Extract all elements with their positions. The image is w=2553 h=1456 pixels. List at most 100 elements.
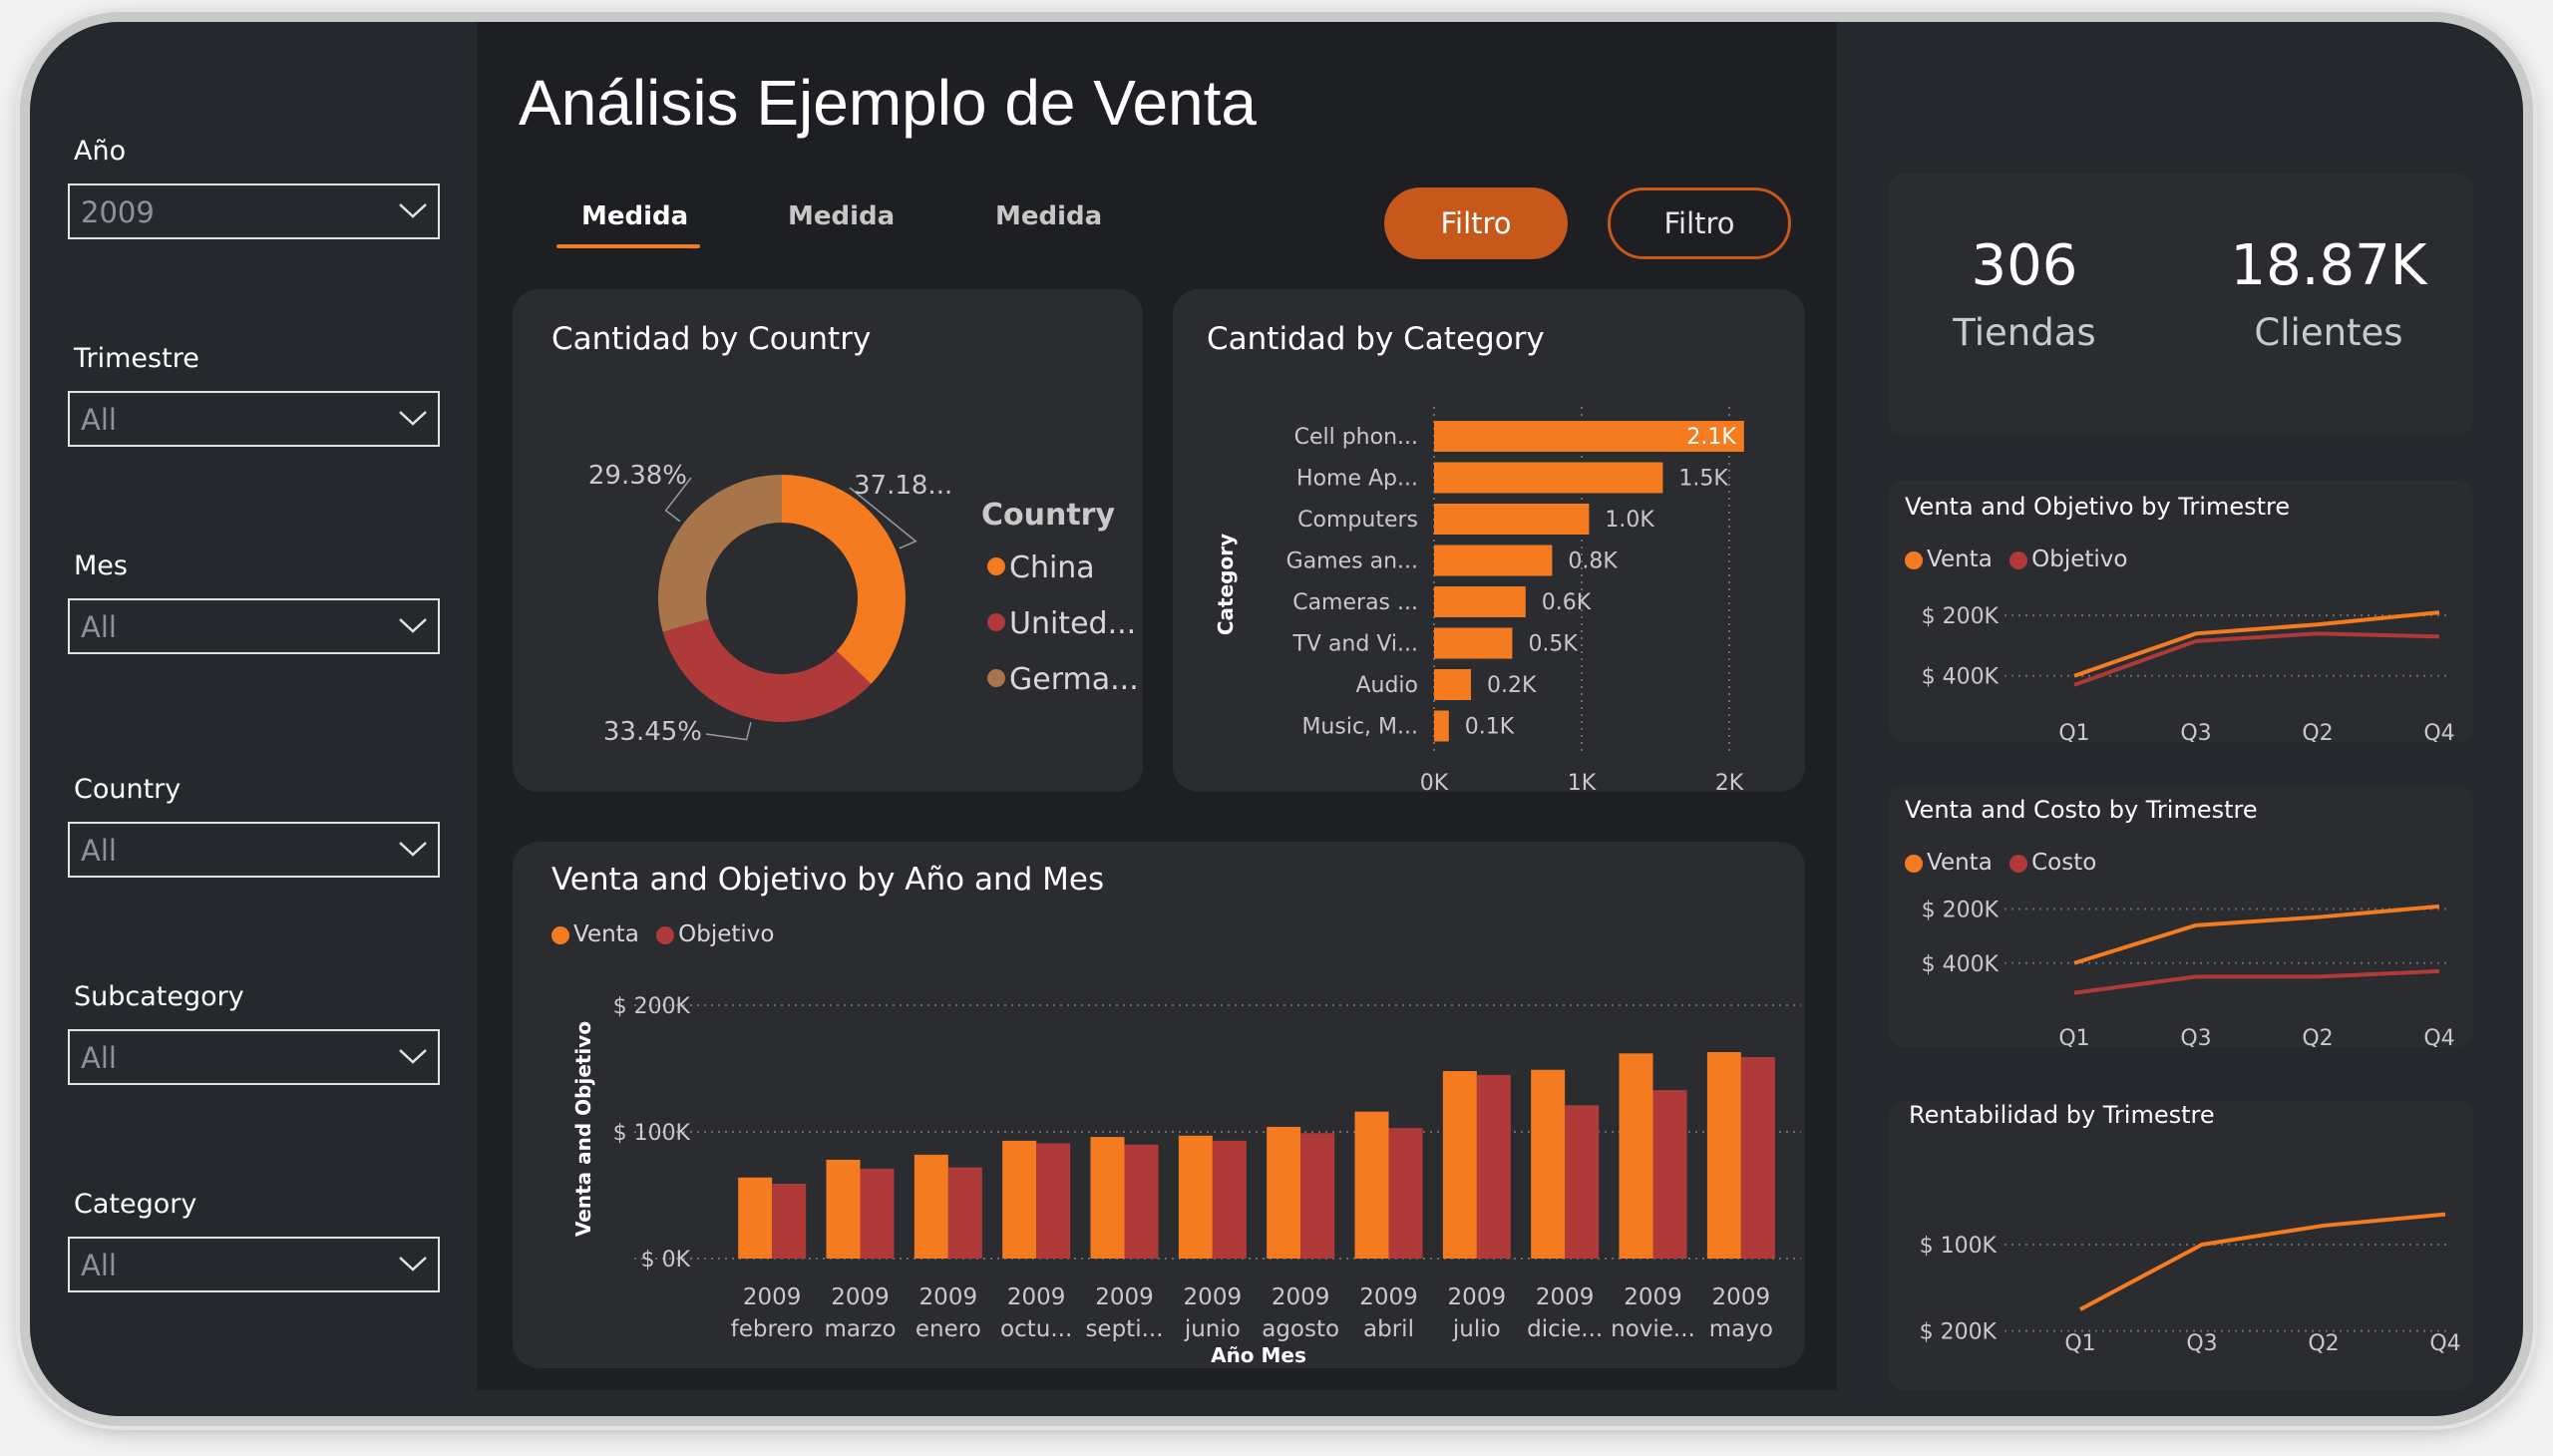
slicer-quarter-dropdown[interactable]: All: [68, 391, 440, 447]
bar-venta: [1267, 1126, 1301, 1259]
filter-button-primary[interactable]: Filtro: [1384, 187, 1568, 259]
chevron-down-icon: [399, 1049, 427, 1064]
x-tick-year: 2009: [919, 1284, 978, 1310]
y-tick-label: Music, M...: [1301, 715, 1418, 740]
active-tab-indicator: [556, 244, 700, 248]
slicer-subcategory-dropdown[interactable]: All: [68, 1029, 440, 1085]
bar-data-label: 0.6K: [1542, 590, 1592, 615]
x-tick-month: dicie...: [1527, 1316, 1603, 1342]
x-tick-label: Q1: [2064, 1331, 2095, 1356]
y-tick-label: Games an...: [1286, 549, 1418, 574]
donut-slice: [662, 618, 872, 722]
report-canvas: Año 2009 Trimestre All Mes All Country A…: [30, 22, 2523, 1416]
bar: [1434, 710, 1449, 742]
slicer-category-dropdown[interactable]: All: [68, 1237, 440, 1292]
bar: [1434, 586, 1526, 617]
x-tick-label: 2K: [1715, 771, 1744, 792]
legend-label: United...: [1009, 606, 1136, 641]
legend-dot: [987, 613, 1005, 631]
x-tick-month: enero: [915, 1316, 981, 1342]
x-tick-year: 2009: [1712, 1284, 1771, 1310]
y-tick-label: $ 400K: [1922, 952, 2000, 977]
x-tick-label: Q2: [2308, 1331, 2339, 1356]
x-tick-month: abril: [1363, 1316, 1414, 1342]
x-tick-label: Q2: [2302, 1026, 2333, 1047]
donut-data-label: 33.45%: [603, 717, 702, 747]
slicer-month-dropdown[interactable]: All: [68, 598, 440, 654]
x-tick-month: junio: [1184, 1316, 1241, 1342]
y-tick-label: $ 200K: [1920, 1320, 1998, 1345]
slicer-year-value: 2009: [81, 195, 155, 229]
bar-objetivo: [1300, 1133, 1335, 1259]
x-tick-label: Q3: [2180, 1026, 2211, 1047]
bar-venta: [1090, 1137, 1125, 1259]
donut-slice: [658, 475, 782, 632]
chevron-down-icon: [399, 1257, 427, 1272]
x-tick-month: julio: [1452, 1316, 1501, 1342]
bar: [1434, 627, 1513, 659]
x-tick-label: Q3: [2186, 1331, 2217, 1356]
x-tick-year: 2009: [1007, 1284, 1066, 1310]
category-bar-chart: Cell phon... 2.1K Home Ap... 1.5K Computers 1…: [1214, 407, 1744, 792]
month-bar-chart: $ 0K $ 100K $ 200K 2009 febrero 2009 marzo 2009…: [571, 994, 1801, 1367]
bar-data-label: 1.0K: [1605, 508, 1654, 533]
x-tick-year: 2009: [1272, 1284, 1330, 1310]
legend-label: Germa...: [1009, 662, 1139, 697]
quarter-cost-line-chart: $ 200K $ 400K Q1 Q3 Q2 Q4: [1922, 899, 2455, 1047]
tab-medida-3[interactable]: Medida: [995, 201, 1102, 231]
x-tick-label: Q4: [2429, 1331, 2460, 1356]
chevron-down-icon: [399, 618, 427, 633]
tab-medida-1[interactable]: Medida: [581, 201, 688, 231]
slicer-year-dropdown[interactable]: 2009: [68, 183, 440, 239]
bar-objetivo: [1124, 1144, 1159, 1259]
kpi-tiendas-value: 306: [1971, 233, 2078, 298]
slicer-category-value: All: [81, 1249, 117, 1282]
x-tick-year: 2009: [1448, 1284, 1507, 1310]
x-tick-year: 2009: [831, 1284, 890, 1310]
bar-data-label: 0.5K: [1528, 632, 1578, 657]
bar-venta: [738, 1177, 773, 1259]
slicer-country-dropdown[interactable]: All: [68, 822, 440, 878]
donut-slice: [782, 475, 906, 684]
x-tick-month: septi...: [1085, 1316, 1163, 1342]
x-tick-month: febrero: [731, 1316, 814, 1342]
x-tick-label: 0K: [1420, 771, 1449, 792]
y-tick-label: $ 400K: [1922, 665, 2000, 690]
bar-venta: [1706, 1051, 1741, 1259]
x-tick-month: mayo: [1709, 1316, 1773, 1342]
x-tick-year: 2009: [743, 1284, 802, 1310]
x-tick-month: octu...: [1000, 1316, 1072, 1342]
y-tick-label: Computers: [1297, 508, 1418, 533]
bar-objetivo: [1212, 1140, 1247, 1259]
chevron-down-icon: [399, 203, 427, 218]
slicer-label-quarter: Trimestre: [74, 343, 199, 374]
filter-button-secondary[interactable]: Filtro: [1608, 187, 1791, 259]
bar-objetivo: [1565, 1105, 1600, 1259]
y-tick-label: $ 0K: [641, 1248, 691, 1273]
x-tick-year: 2009: [1624, 1284, 1682, 1310]
chevron-down-icon: [399, 842, 427, 857]
x-tick-month: novie...: [1611, 1316, 1695, 1342]
y-tick-label: $ 200K: [1922, 899, 2000, 923]
x-tick-year: 2009: [1184, 1284, 1243, 1310]
bar-objetivo: [947, 1167, 982, 1259]
quarter-target-line-chart: $ 200K $ 400K Q1 Q3 Q2 Q4: [1922, 604, 2455, 742]
slicer-subcategory-value: All: [81, 1041, 117, 1075]
line-costo: [2073, 968, 2440, 995]
y-tick-label: Cell phon...: [1294, 425, 1418, 450]
y-tick-label: Home Ap...: [1296, 467, 1418, 492]
slicer-label-category: Category: [74, 1189, 197, 1220]
slicer-label-month: Mes: [74, 550, 128, 581]
x-tick-year: 2009: [1536, 1284, 1595, 1310]
bar-venta: [1531, 1069, 1566, 1259]
bar-data-label: 0.2K: [1487, 673, 1537, 698]
slicer-quarter-value: All: [81, 403, 117, 437]
quarter-profit-line-chart: $ 100K $ 200K Q1 Q3 Q2 Q4: [1920, 1212, 2461, 1356]
bar: [1434, 545, 1553, 576]
bar-venta: [1178, 1135, 1213, 1259]
donut-data-label: 37.18...: [854, 471, 952, 501]
x-tick-month: agosto: [1262, 1316, 1339, 1342]
bar-objetivo: [1652, 1090, 1687, 1259]
chevron-down-icon: [399, 411, 427, 426]
tab-medida-2[interactable]: Medida: [788, 201, 895, 231]
